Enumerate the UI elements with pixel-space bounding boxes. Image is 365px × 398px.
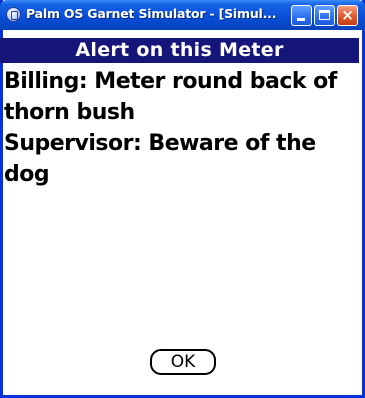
window-title: Palm OS Garnet Simulator - [Simul... — [26, 6, 277, 21]
maximize-icon — [319, 10, 330, 20]
minimize-icon — [297, 18, 305, 21]
alert-message: Billing: Meter round back of thorn bush … — [4, 66, 356, 190]
minimize-button[interactable] — [291, 5, 312, 26]
title-bar[interactable]: Palm OS Garnet Simulator - [Simul... × — [0, 0, 365, 30]
message-line: thorn bush — [4, 100, 135, 125]
ok-button[interactable]: OK — [150, 349, 216, 375]
message-line: Supervisor: Beware of the — [4, 131, 316, 156]
close-icon: × — [341, 6, 354, 24]
alert-header: Alert on this Meter — [0, 38, 359, 63]
palm-app-icon[interactable] — [6, 7, 21, 22]
maximize-button[interactable] — [314, 5, 335, 26]
message-line: dog — [4, 162, 50, 187]
close-button[interactable]: × — [337, 5, 358, 26]
message-line: Billing: Meter round back of — [4, 69, 337, 94]
alert-title: Alert on this Meter — [75, 39, 284, 61]
